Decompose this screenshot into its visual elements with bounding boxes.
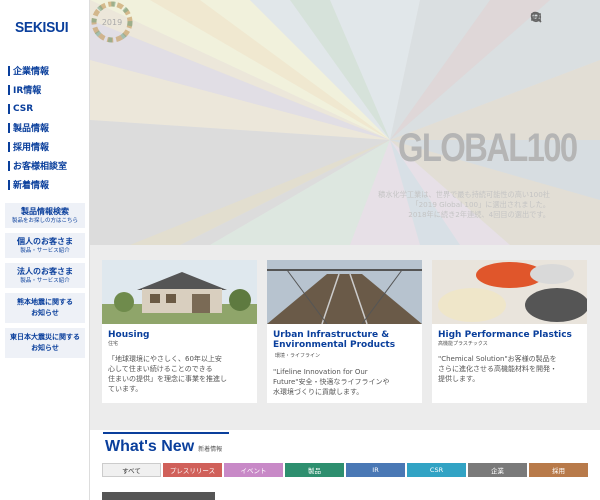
filter-company[interactable]: 企業 <box>468 463 527 477</box>
section-title: What's New <box>105 438 195 455</box>
button-line1: 熊本地震に関する <box>17 298 73 306</box>
desc-line: "Lifeline Innovation for Our <box>273 368 368 376</box>
nav-item-news[interactable]: 新着情報 <box>0 175 90 194</box>
sidebar: SEKISUI 企業情報 IR情報 CSR 製品情報 採用情報 お客様相談室 新… <box>0 0 90 500</box>
nav-bar-marker <box>8 84 10 95</box>
housing-image <box>102 260 257 324</box>
nav-bar-marker <box>8 179 10 190</box>
section-divider <box>103 432 229 434</box>
desc-line: 提供します。 <box>438 375 480 383</box>
nav-label: 製品情報 <box>13 124 50 134</box>
hero-copy: 積水化学工業は、世界で最も持続可能性の高い100社 「2019 Global 1… <box>340 190 550 220</box>
filter-products[interactable]: 製品 <box>285 463 344 477</box>
button-subtitle: 製品をお探しの方はこちら <box>11 218 78 224</box>
hero-copy-line: 2018年に続き2年連続、4回目の選出です。 <box>408 210 550 219</box>
nav-item-recruit[interactable]: 採用情報 <box>0 137 90 156</box>
button-subtitle: 製品・サービス紹介 <box>20 248 70 254</box>
desc-line: 心して住まい続けることのできる <box>108 365 213 373</box>
nav-item-company[interactable]: 企業情報 <box>0 61 90 80</box>
kumamoto-earthquake-notice-button[interactable]: 熊本地震に関する お知らせ <box>5 293 85 324</box>
card-title: High Performance Plastics <box>438 330 572 340</box>
urban-infrastructure-card[interactable]: Urban Infrastructure & Environmental Pro… <box>267 260 422 403</box>
nav-label: IR情報 <box>13 86 42 96</box>
card-category: 住宅 <box>108 341 119 347</box>
news-filter-tabs: すべて プレスリリース イベント 製品 IR CSR 企業 採用 <box>102 463 588 477</box>
section-subtitle: 新着情報 <box>198 446 223 453</box>
card-title: Housing <box>108 330 150 340</box>
tohoku-earthquake-notice-button[interactable]: 東日本大震災に関する お知らせ <box>5 328 85 359</box>
button-line2: お知らせ <box>31 309 59 317</box>
card-title-text: Environmental Products <box>273 340 396 350</box>
filter-ir[interactable]: IR <box>346 463 405 477</box>
nav-item-ir[interactable]: IR情報 <box>0 80 90 99</box>
menu-icon[interactable] <box>531 11 584 23</box>
desc-line: 水環境づくりに貢献します。 <box>273 388 364 396</box>
desc-line: さらに進化させる高機能材料を開発・ <box>438 365 557 373</box>
desc-line: 「地球環境にやさしく、60年以上安 <box>108 355 222 363</box>
header-icons <box>530 11 584 23</box>
card-title-line2: Environmental Products 環境・ライフライン <box>267 340 422 361</box>
button-line2: お知らせ <box>31 344 59 352</box>
card-title: Urban Infrastructure & <box>273 330 390 340</box>
nav-bar-marker <box>8 141 10 152</box>
nav-label: 企業情報 <box>13 67 50 77</box>
railway-bridge-image <box>267 260 422 324</box>
filter-press-release[interactable]: プレスリリース <box>163 463 222 477</box>
high-performance-plastics-card[interactable]: High Performance Plastics 高機能プラスチックス "Ch… <box>432 260 587 403</box>
side-buttons: 製品情報検索 製品をお探しの方はこちら 個人のお客さま 製品・サービス紹介 法人… <box>5 203 85 359</box>
desc-line: ています。 <box>108 385 143 393</box>
whats-new-section: What's New 新着情報 すべて プレスリリース イベント 製品 IR C… <box>90 430 600 500</box>
button-title: 法人のお客さま <box>17 267 73 276</box>
card-description: 「地球環境にやさしく、60年以上安 心して住まい続けることのできる 住まいの提供… <box>102 348 257 394</box>
plastic-pellets-image <box>432 260 587 324</box>
filter-csr[interactable]: CSR <box>407 463 466 477</box>
nav-item-products[interactable]: 製品情報 <box>0 118 90 137</box>
nav-bar-marker <box>8 122 10 133</box>
card-description: "Chemical Solution"お客様の製品を さらに進化させる高機能材料… <box>432 348 587 384</box>
card-description: "Lifeline Innovation for Our Future"安全・快… <box>267 361 422 397</box>
nav-bar-marker <box>8 103 10 114</box>
nav-label: CSR <box>13 103 34 114</box>
filter-all[interactable]: すべて <box>102 463 161 477</box>
nav-label: 新着情報 <box>13 181 50 191</box>
filter-event[interactable]: イベント <box>224 463 283 477</box>
section-heading: What's New 新着情報 <box>105 438 222 456</box>
desc-line: Future"安全・快適なライフラインや <box>273 378 390 386</box>
hero-banner[interactable]: 2019 GLOBAL100 積水化学工業は、世界で最も持続可能性の高い100社… <box>90 0 600 245</box>
global100-badge-icon: 2019 <box>91 1 133 43</box>
button-line1: 東日本大震災に関する <box>10 333 80 341</box>
desc-line: 住まいの提供」を理念に事業を推進し <box>108 375 227 383</box>
main-nav: 企業情報 IR情報 CSR 製品情報 採用情報 お客様相談室 新着情報 <box>0 61 90 194</box>
globe-icon[interactable] <box>530 11 563 23</box>
business-segments: Housing 住宅 「地球環境にやさしく、60年以上安 心して住まい続けること… <box>90 245 600 430</box>
nav-bar-marker <box>8 65 10 76</box>
corporate-customers-button[interactable]: 法人のお客さま 製品・サービス紹介 <box>5 263 85 289</box>
hero-title: GLOBAL100 <box>398 126 578 170</box>
filter-recruit[interactable]: 採用 <box>529 463 588 477</box>
news-thumbnail[interactable] <box>102 492 215 500</box>
sekisui-logo[interactable]: SEKISUI <box>15 19 69 36</box>
hero-copy-line: 積水化学工業は、世界で最も持続可能性の高い100社 <box>378 190 550 199</box>
nav-label: お客様相談室 <box>13 162 68 172</box>
nav-item-customer-support[interactable]: お客様相談室 <box>0 156 90 175</box>
card-category: 環境・ライフライン <box>275 353 321 359</box>
hero-copy-line: 「2019 Global 100」に選出されました。 <box>411 200 550 209</box>
product-search-button[interactable]: 製品情報検索 製品をお探しの方はこちら <box>5 203 85 229</box>
nav-bar-marker <box>8 160 10 171</box>
nav-label: 採用情報 <box>13 143 50 153</box>
badge-year: 2019 <box>102 18 122 27</box>
button-subtitle: 製品・サービス紹介 <box>20 278 70 284</box>
housing-card[interactable]: Housing 住宅 「地球環境にやさしく、60年以上安 心して住まい続けること… <box>102 260 257 403</box>
nav-item-csr[interactable]: CSR <box>0 99 90 118</box>
button-title: 個人のお客さま <box>17 237 73 246</box>
card-category: 高機能プラスチックス <box>438 341 488 347</box>
desc-line: "Chemical Solution"お客様の製品を <box>438 355 557 363</box>
button-title: 製品情報検索 <box>21 207 69 216</box>
individual-customers-button[interactable]: 個人のお客さま 製品・サービス紹介 <box>5 233 85 259</box>
